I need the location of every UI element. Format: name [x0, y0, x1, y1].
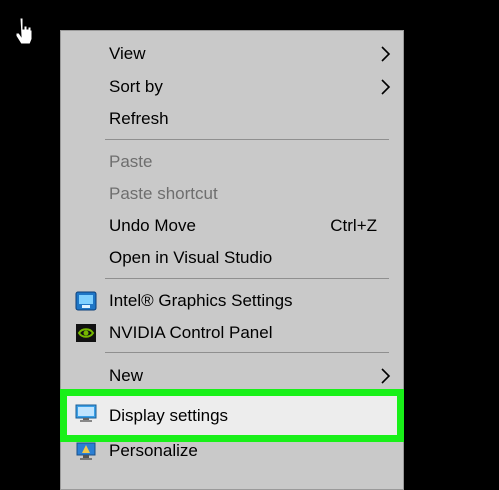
menu-item-label: Intel® Graphics Settings [109, 291, 293, 310]
menu-item-label: Paste shortcut [109, 184, 218, 203]
menu-item-label: Open in Visual Studio [109, 248, 273, 267]
display-icon [75, 404, 97, 422]
menu-item-label: New [109, 366, 144, 385]
menu-item-shortcut: Ctrl+Z [330, 216, 377, 235]
menu-separator [105, 278, 389, 279]
menu-item-label: NVIDIA Control Panel [109, 323, 273, 342]
intel-graphics-icon [75, 291, 97, 311]
menu-item-intel-graphics-settings[interactable]: Intel® Graphics Settings [61, 286, 403, 316]
menu-item-label: View [109, 44, 146, 63]
menu-item-paste-shortcut: Paste shortcut [61, 179, 403, 209]
menu-item-label: Refresh [109, 109, 169, 128]
menu-item-view[interactable]: View [61, 39, 403, 69]
menu-item-open-in-visual-studio[interactable]: Open in Visual Studio [61, 243, 403, 273]
menu-separator [105, 352, 389, 353]
personalize-icon [76, 442, 96, 460]
menu-item-undo-move[interactable]: Undo Move Ctrl+Z [61, 211, 403, 241]
menu-item-paste: Paste [61, 147, 403, 177]
menu-item-refresh[interactable]: Refresh [61, 104, 403, 134]
menu-item-label: Paste [109, 152, 153, 171]
menu-item-label: Undo Move [109, 216, 196, 235]
menu-item-nvidia-control-panel[interactable]: NVIDIA Control Panel [61, 318, 403, 348]
menu-item-label: Display settings [109, 406, 229, 425]
chevron-right-icon [381, 46, 391, 62]
menu-separator [105, 139, 389, 140]
nvidia-icon [76, 324, 96, 342]
menu-item-sort-by[interactable]: Sort by [61, 72, 403, 102]
chevron-right-icon [381, 368, 391, 384]
menu-item-new[interactable]: New [61, 361, 403, 391]
menu-item-display-settings[interactable]: Display settings [60, 389, 404, 442]
hand-cursor-icon [15, 17, 33, 45]
menu-item-label: Sort by [109, 77, 163, 96]
chevron-right-icon [381, 79, 391, 95]
